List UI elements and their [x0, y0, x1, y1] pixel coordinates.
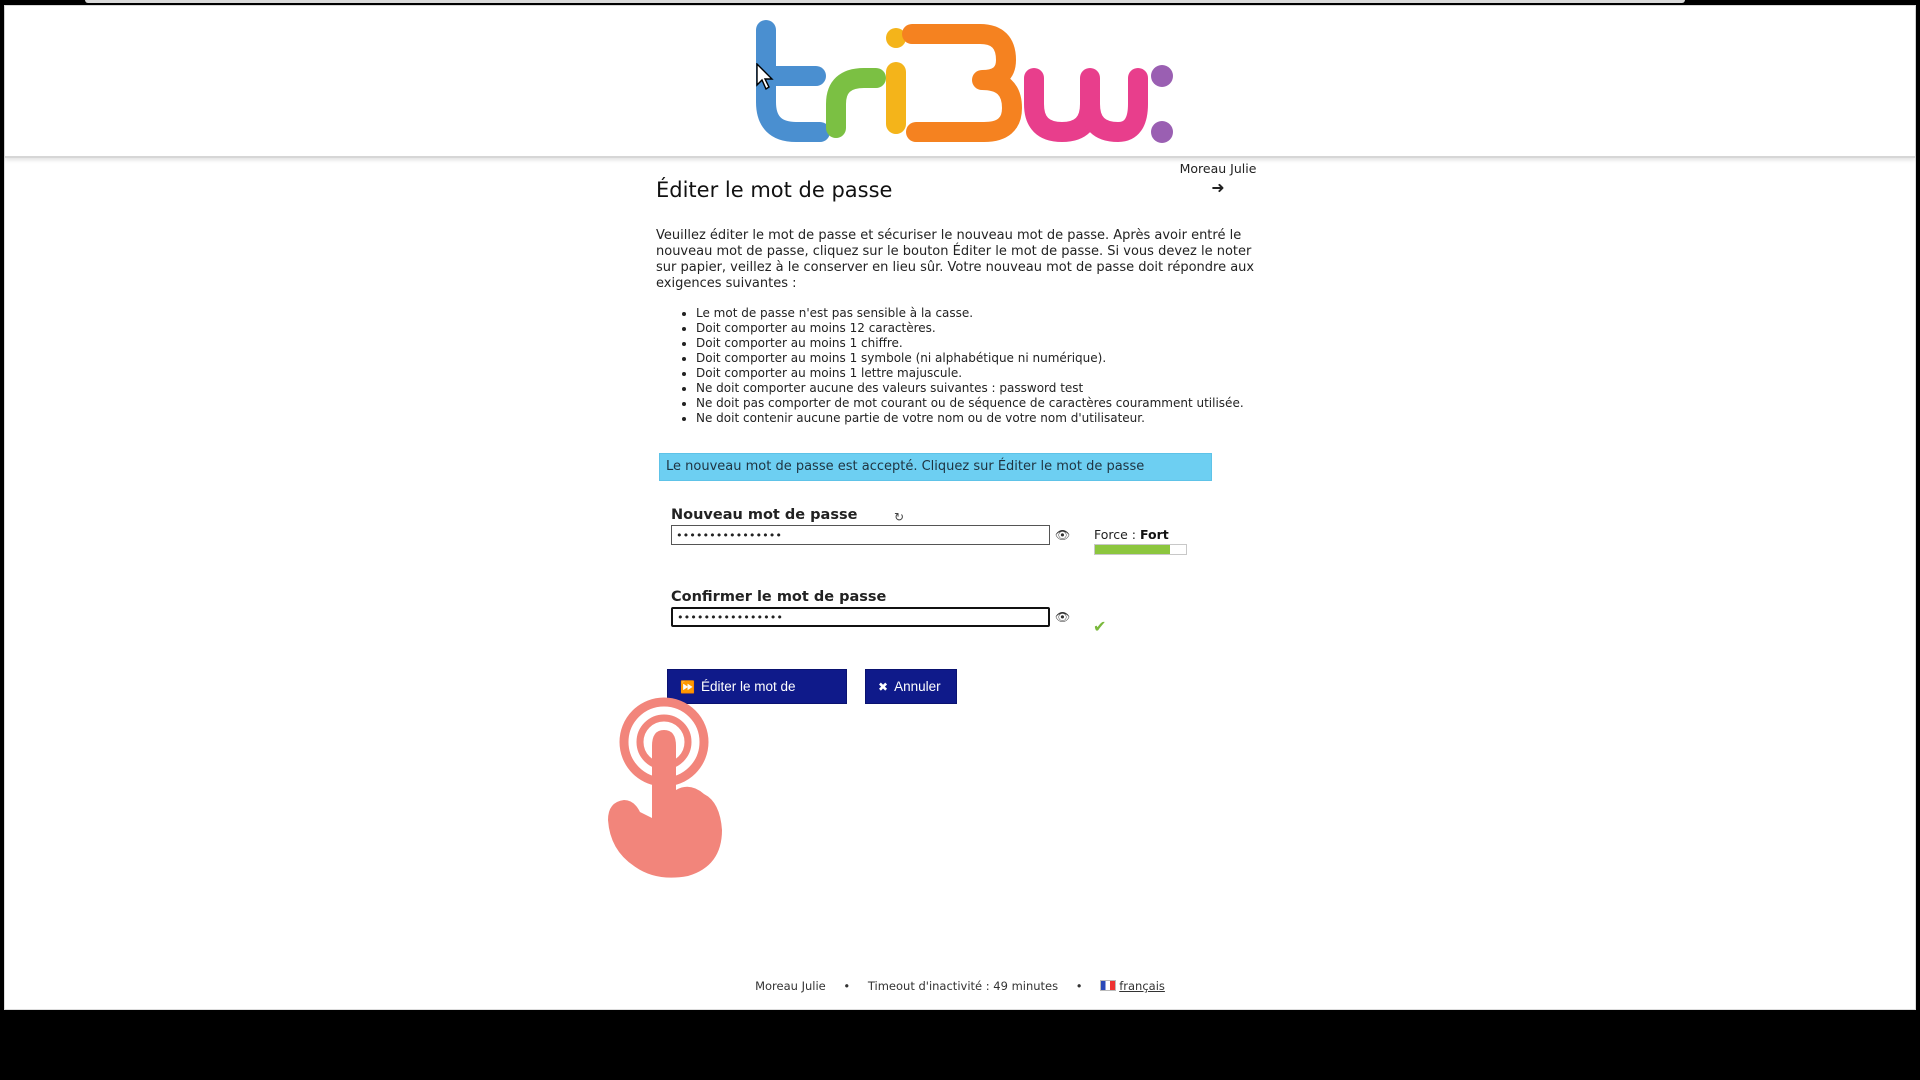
eye-icon[interactable]: 👁	[1055, 610, 1070, 624]
main-content: Éditer le mot de passe Veuillez éditer l…	[656, 178, 1266, 426]
cancel-button-label: Annuler	[894, 679, 941, 694]
strength-meter	[1094, 544, 1187, 555]
rule-item: Le mot de passe n'est pas sensible à la …	[696, 306, 1266, 321]
user-name: Moreau Julie	[1179, 161, 1257, 176]
strength-value: Fort	[1140, 527, 1169, 542]
separator: •	[1075, 979, 1083, 993]
page-frame	[4, 5, 1916, 1010]
rule-item: Doit comporter au moins 1 lettre majuscu…	[696, 366, 1266, 381]
new-password-label: Nouveau mot de passe	[671, 507, 858, 523]
password-rules: Le mot de passe n'est pas sensible à la …	[656, 306, 1266, 426]
strength-caption: Force :	[1094, 527, 1137, 542]
french-flag-icon	[1100, 980, 1117, 991]
rule-item: Ne doit comporter aucune des valeurs sui…	[696, 381, 1266, 396]
success-notice: Le nouveau mot de passe est accepté. Cli…	[659, 453, 1212, 481]
intro-text: Veuillez éditer le mot de passe et sécur…	[656, 228, 1255, 291]
footer: Moreau Julie • Timeout d'inactivité : 49…	[0, 979, 1920, 993]
check-icon: ✔	[1093, 617, 1107, 636]
close-icon: ✖	[878, 680, 889, 694]
rule-item: Ne doit contenir aucune partie de votre …	[696, 411, 1266, 426]
confirm-password-label: Confirmer le mot de passe	[671, 589, 887, 605]
language-link[interactable]: français	[1119, 979, 1165, 993]
confirm-password-input[interactable]	[671, 607, 1050, 627]
strength-meter-fill	[1095, 545, 1170, 554]
rule-item: Doit comporter au moins 1 chiffre.	[696, 336, 1266, 351]
browser-top-edge	[85, 0, 1685, 3]
strength-label: Force : Fort	[1094, 527, 1169, 542]
footer-user: Moreau Julie	[755, 979, 826, 993]
new-password-input[interactable]	[671, 525, 1050, 545]
mouse-cursor-icon	[756, 63, 774, 91]
page-title: Éditer le mot de passe	[656, 178, 893, 202]
cancel-button[interactable]: ✖ Annuler	[865, 669, 957, 704]
pointer-hand-icon	[608, 697, 722, 878]
inactivity-timeout: Timeout d'inactivité : 49 minutes	[867, 979, 1059, 993]
rule-item: Ne doit pas comporter de mot courant ou …	[696, 396, 1266, 411]
rule-item: Doit comporter au moins 1 symbole (ni al…	[696, 351, 1266, 366]
separator: •	[843, 979, 851, 993]
refresh-icon[interactable]: ↻	[894, 510, 904, 524]
tribu-logo	[756, 20, 1173, 143]
eye-icon[interactable]: 👁	[1055, 528, 1070, 542]
rule-item: Doit comporter au moins 12 caractères.	[696, 321, 1266, 336]
header	[5, 6, 1915, 158]
